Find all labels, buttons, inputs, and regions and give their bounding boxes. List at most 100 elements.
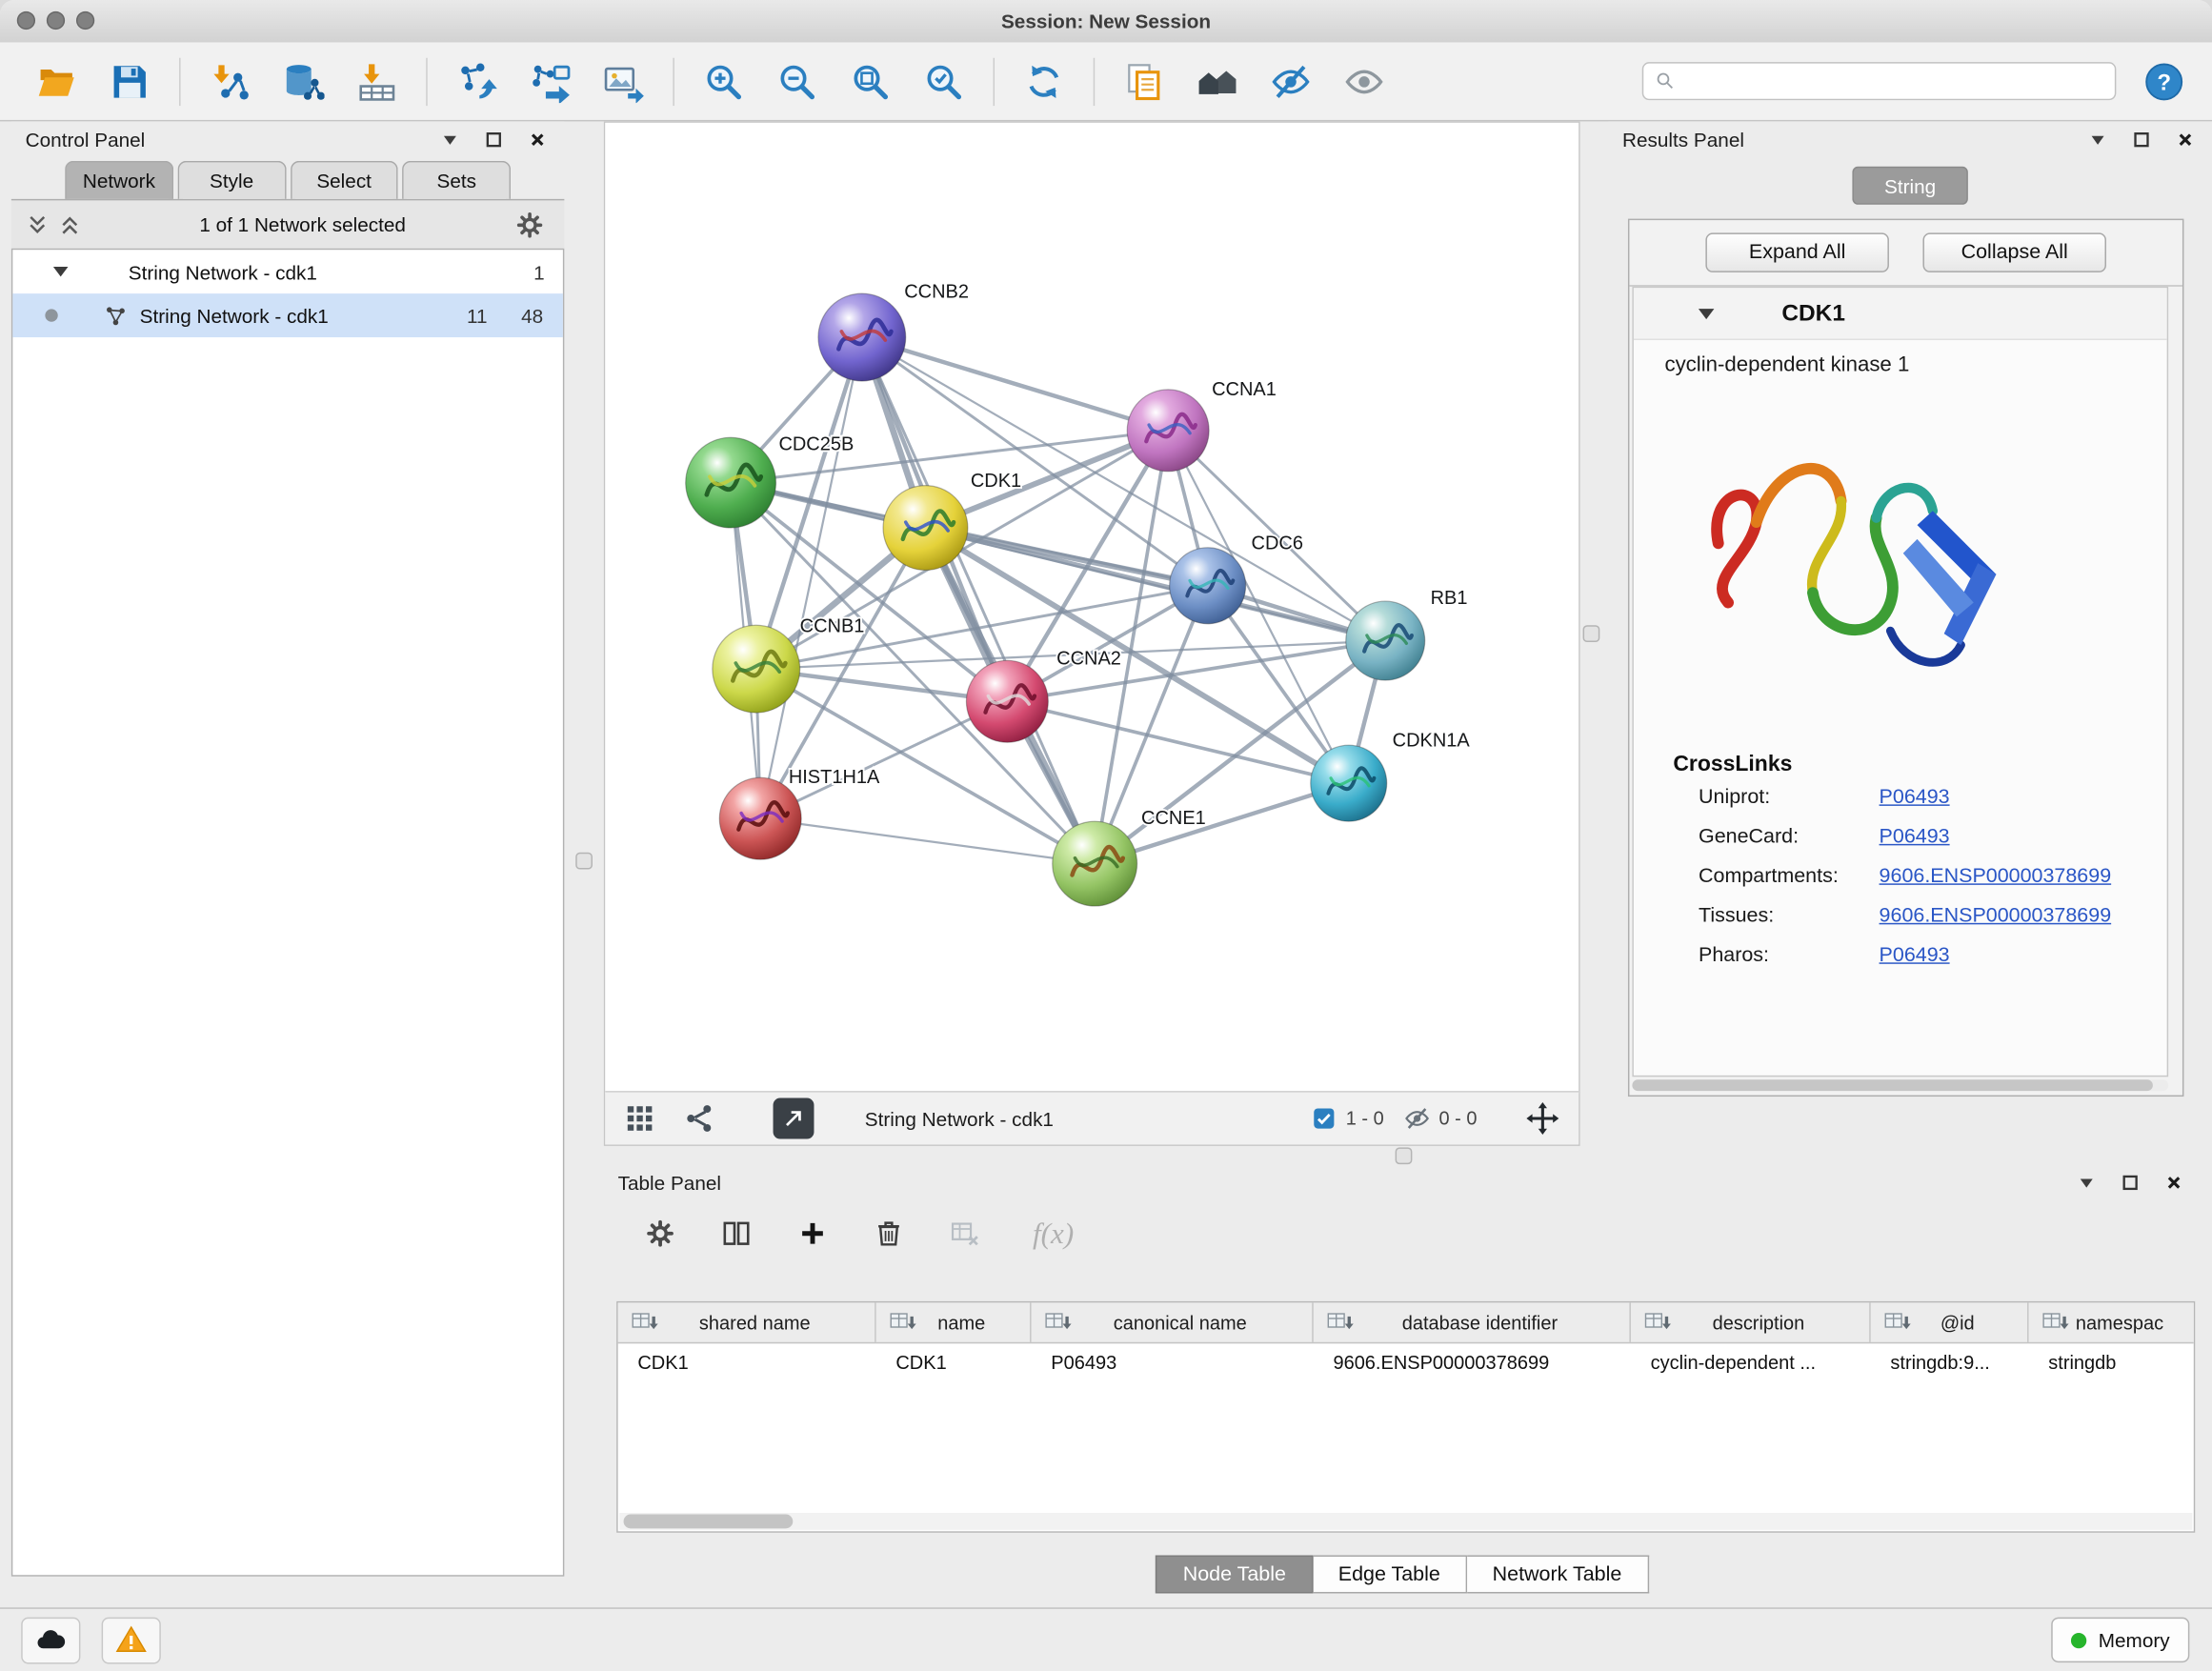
network-collection-row[interactable]: String Network - cdk1 1 — [12, 250, 563, 293]
tab-sets[interactable]: Sets — [402, 161, 511, 199]
grid-view-icon[interactable] — [624, 1102, 656, 1135]
results-horizontal-scrollbar[interactable] — [1632, 1079, 2168, 1091]
tab-network[interactable]: Network — [65, 161, 173, 199]
column-header-shared-name[interactable]: shared name — [618, 1302, 876, 1341]
share-view-icon[interactable] — [683, 1102, 715, 1135]
import-table-from-file-button[interactable] — [347, 51, 406, 111]
gear-icon[interactable] — [515, 210, 545, 239]
tab-style[interactable]: Style — [177, 161, 286, 199]
tab-network-table[interactable]: Network Table — [1467, 1556, 1648, 1594]
import-network-from-file-button[interactable] — [200, 51, 259, 111]
tab-edge-table[interactable]: Edge Table — [1313, 1556, 1467, 1594]
float-panel-button[interactable] — [481, 127, 507, 152]
table-horizontal-scrollbar[interactable] — [619, 1513, 2192, 1530]
network-node-CCNB1[interactable] — [713, 625, 800, 713]
warnings-button[interactable] — [102, 1617, 161, 1663]
table-cell[interactable]: stringdb — [2029, 1352, 2196, 1373]
splitter-handle-left[interactable] — [575, 853, 593, 870]
network-node-HIST1H1A[interactable] — [719, 777, 801, 859]
network-canvas[interactable]: CCNB2CCNA1CDC25BCDK1CDC6RB1CCNB1CCNA2CDK… — [605, 123, 1579, 1094]
close-panel-button[interactable] — [525, 127, 551, 152]
network-node-CCNB2[interactable] — [818, 293, 906, 381]
zoom-fit-button[interactable] — [841, 51, 900, 111]
detach-view-button[interactable] — [774, 1098, 814, 1139]
collapse-panel-button[interactable] — [2085, 127, 2111, 152]
table-cell[interactable]: CDK1 — [876, 1352, 1032, 1373]
column-header-description[interactable]: description — [1631, 1302, 1871, 1341]
home-button[interactable] — [1188, 51, 1247, 111]
network-node-CDC6[interactable] — [1170, 548, 1246, 624]
network-node-CCNA2[interactable] — [966, 660, 1048, 742]
crosslink-link[interactable]: 9606.ENSP00000378699 — [1880, 905, 2112, 928]
table-row[interactable]: CDK1CDK1P064939606.ENSP00000378699cyclin… — [618, 1343, 2194, 1381]
add-column-button[interactable] — [795, 1217, 830, 1251]
column-header-namespac[interactable]: namespac — [2029, 1302, 2196, 1341]
zoom-window-button[interactable] — [76, 11, 94, 30]
collapse-panel-button[interactable] — [437, 127, 463, 152]
network-node-CCNA1[interactable] — [1127, 390, 1209, 472]
collapse-panel-button[interactable] — [2074, 1170, 2100, 1196]
search-input[interactable] — [1686, 70, 2103, 93]
disclosure-triangle-icon[interactable] — [50, 263, 70, 281]
network-node-CDK1[interactable] — [883, 486, 968, 571]
import-network-from-database-button[interactable] — [273, 51, 332, 111]
column-header-database-identifier[interactable]: database identifier — [1314, 1302, 1631, 1341]
crosslink-link[interactable]: P06493 — [1880, 826, 1950, 849]
network-node-CDKN1A[interactable] — [1311, 745, 1387, 821]
refresh-button[interactable] — [1015, 51, 1074, 111]
table-cell[interactable]: stringdb:9... — [1871, 1352, 2029, 1373]
column-header-name[interactable]: name — [876, 1302, 1032, 1341]
column-header--id[interactable]: @id — [1871, 1302, 2029, 1341]
scrollbar-thumb[interactable] — [1632, 1079, 2152, 1091]
function-builder-button[interactable]: f(x) — [1033, 1216, 1074, 1251]
zoom-out-button[interactable] — [768, 51, 827, 111]
close-window-button[interactable] — [17, 11, 35, 30]
edge-CCNB2-CCNA1[interactable] — [862, 337, 1168, 431]
table-settings-button[interactable] — [643, 1217, 677, 1251]
selected-checkbox-icon[interactable] — [1311, 1105, 1337, 1132]
show-columns-button[interactable] — [719, 1217, 754, 1251]
crosslink-link[interactable]: 9606.ENSP00000378699 — [1880, 865, 2112, 888]
table-cell[interactable]: cyclin-dependent ... — [1631, 1352, 1871, 1373]
collapse-all-tree-icon[interactable] — [58, 212, 82, 236]
float-panel-button[interactable] — [2129, 127, 2155, 152]
column-header-canonical-name[interactable]: canonical name — [1032, 1302, 1314, 1341]
expand-all-button[interactable]: Expand All — [1705, 232, 1889, 272]
edge-CCNB2-CCNE1[interactable] — [862, 337, 1095, 864]
network-node-CDC25B[interactable] — [686, 437, 776, 528]
edge-CCNB2-HIST1H1A[interactable] — [760, 337, 862, 818]
network-node-RB1[interactable] — [1346, 601, 1425, 680]
memory-button[interactable]: Memory — [2052, 1618, 2189, 1662]
pan-move-icon[interactable] — [1525, 1100, 1560, 1136]
minimize-window-button[interactable] — [47, 11, 65, 30]
splitter-handle-right[interactable] — [1583, 625, 1600, 642]
table-cell[interactable]: P06493 — [1032, 1352, 1314, 1373]
crosslink-link[interactable]: P06493 — [1880, 786, 1950, 809]
results-tab-string[interactable]: String — [1852, 167, 1967, 205]
table-cell[interactable]: CDK1 — [618, 1352, 876, 1373]
crosslink-link[interactable]: P06493 — [1880, 944, 1950, 967]
clone-network-button[interactable] — [520, 51, 579, 111]
scrollbar-thumb[interactable] — [624, 1515, 794, 1529]
edge-HIST1H1A-CCNE1[interactable] — [760, 818, 1095, 863]
float-panel-button[interactable] — [2118, 1170, 2143, 1196]
new-network-button[interactable] — [447, 51, 506, 111]
save-session-button[interactable] — [100, 51, 159, 111]
collapse-all-button[interactable]: Collapse All — [1922, 232, 2106, 272]
open-session-button[interactable] — [27, 51, 86, 111]
network-node-CCNE1[interactable] — [1053, 821, 1137, 906]
gene-section-header[interactable]: CDK1 — [1634, 288, 2167, 340]
close-panel-button[interactable] — [2173, 127, 2199, 152]
expand-all-tree-icon[interactable] — [26, 212, 50, 236]
zoom-selected-button[interactable] — [915, 51, 974, 111]
hide-selected-button[interactable] — [1261, 51, 1320, 111]
table-cell[interactable]: 9606.ENSP00000378699 — [1314, 1352, 1631, 1373]
export-image-button[interactable] — [593, 51, 653, 111]
zoom-in-button[interactable] — [694, 51, 754, 111]
delete-table-button[interactable] — [948, 1217, 982, 1251]
help-button[interactable]: ? — [2139, 56, 2189, 107]
close-panel-button[interactable] — [2162, 1170, 2187, 1196]
cloud-button[interactable] — [21, 1617, 80, 1663]
copy-button[interactable] — [1115, 51, 1174, 111]
disclosure-triangle-icon[interactable] — [1696, 304, 1717, 322]
